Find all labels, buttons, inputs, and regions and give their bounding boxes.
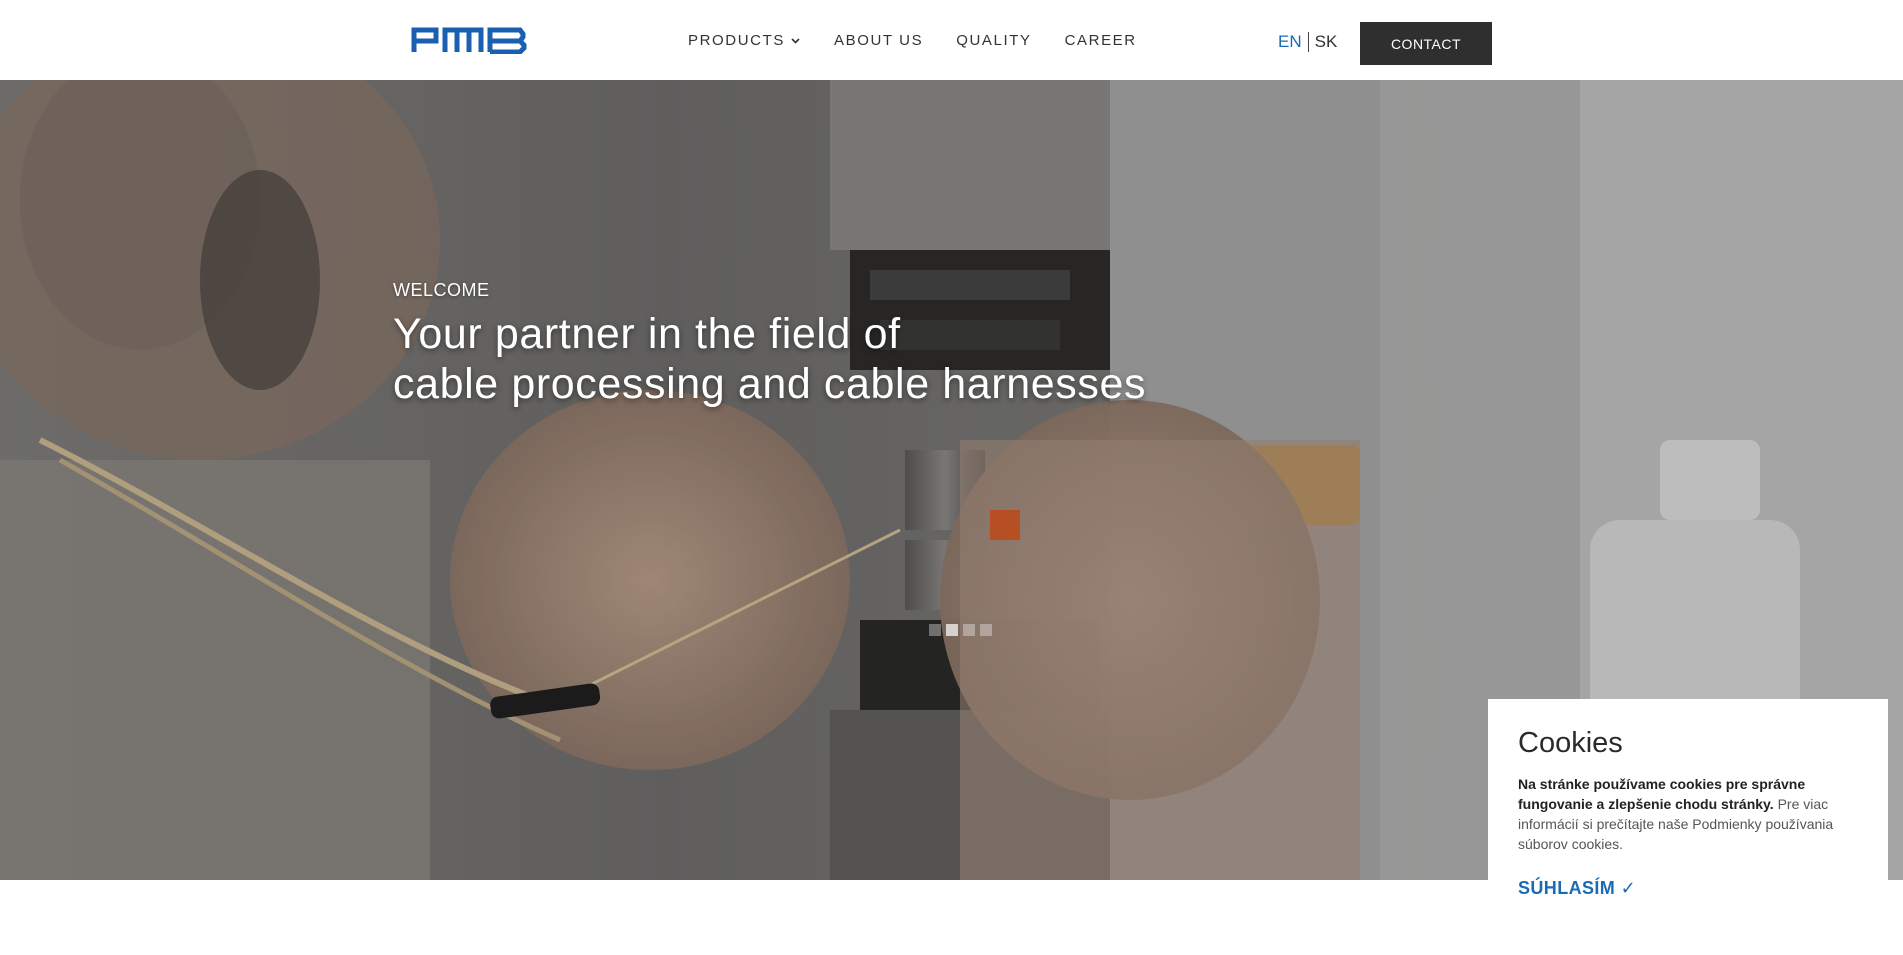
slider-pagination — [929, 624, 992, 636]
chevron-down-icon — [791, 38, 800, 44]
slider-dot-3[interactable] — [963, 624, 975, 636]
nav-career-label: CAREER — [1064, 32, 1137, 49]
lang-sk[interactable]: SK — [1315, 32, 1338, 52]
hero-headline-line2: cable processing and cable harnesses — [393, 360, 1147, 408]
language-switcher: EN SK — [1278, 32, 1337, 52]
nav-products[interactable]: PRODUCTS — [688, 32, 801, 49]
slider-dot-1[interactable] — [929, 624, 941, 636]
site-header: PRODUCTS ABOUT US QUALITY CAREER EN SK C… — [0, 0, 1903, 80]
contact-button[interactable]: CONTACT — [1360, 22, 1492, 65]
hero-headline: Your partner in the field of cable proce… — [393, 309, 1146, 409]
pmb-logo[interactable] — [410, 26, 528, 54]
cookie-text: Na stránke používame cookies pre správne… — [1518, 774, 1858, 854]
cookie-consent-panel: Cookies Na stránke používame cookies pre… — [1488, 699, 1888, 955]
slider-dot-2[interactable] — [946, 624, 958, 636]
cookie-accept-button[interactable]: SÚHLASÍM ✓ — [1518, 878, 1636, 899]
nav-career[interactable]: CAREER — [1065, 32, 1137, 49]
hero-text-block: WELCOME Your partner in the field of cab… — [393, 280, 1146, 409]
cookie-text-bold: Na stránke používame cookies pre správne… — [1518, 776, 1806, 812]
nav-about-us-label: ABOUT US — [833, 32, 924, 49]
nav-about-us[interactable]: ABOUT US — [834, 32, 923, 49]
hero-eyebrow: WELCOME — [393, 280, 490, 300]
lang-en[interactable]: EN — [1278, 32, 1302, 52]
lang-divider — [1307, 32, 1309, 52]
main-nav: PRODUCTS ABOUT US QUALITY CAREER — [688, 32, 1170, 49]
nav-quality[interactable]: QUALITY — [956, 32, 1031, 49]
hero-headline-line1: Your partner in the field of — [393, 310, 901, 358]
slider-dot-4[interactable] — [980, 624, 992, 636]
cookie-title: Cookies — [1518, 727, 1623, 759]
nav-products-label: PRODUCTS — [688, 32, 785, 49]
nav-quality-label: QUALITY — [956, 32, 1032, 49]
